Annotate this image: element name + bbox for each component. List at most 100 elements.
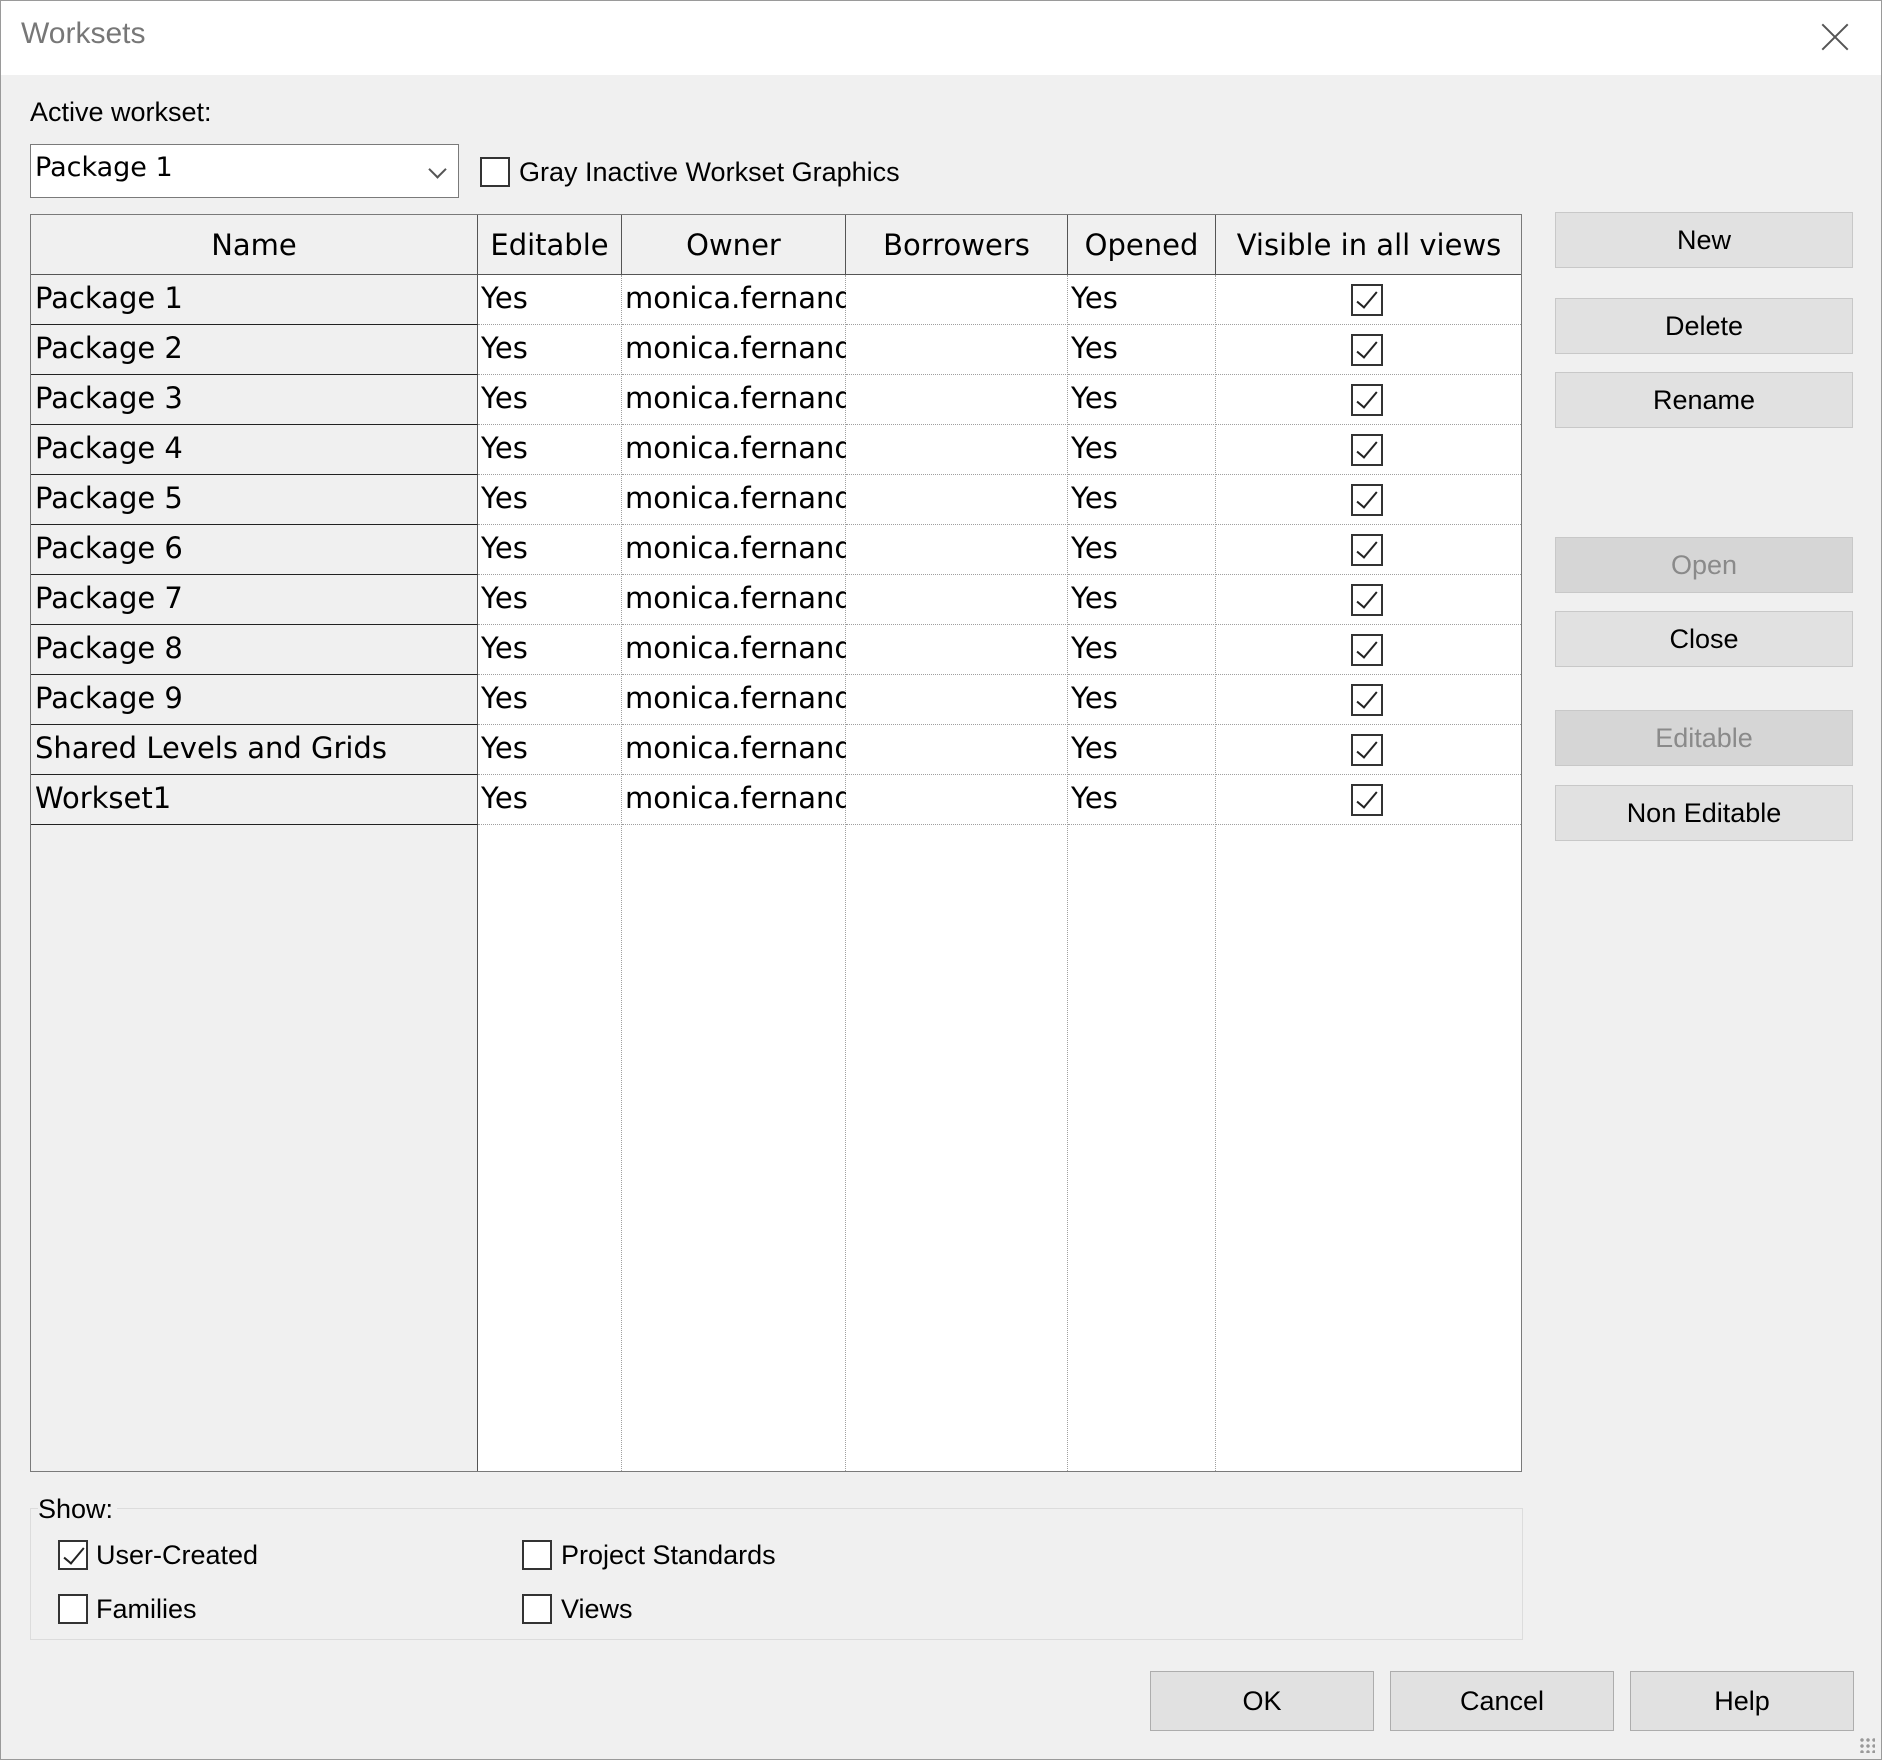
visible-checkbox[interactable] [1351, 334, 1383, 366]
cell-editable[interactable]: Yes [478, 475, 622, 525]
cell-borrowers[interactable] [846, 375, 1068, 425]
cell-name[interactable]: Package 9 [31, 675, 478, 725]
cell-borrowers[interactable] [846, 275, 1068, 325]
views-checkbox[interactable] [522, 1594, 552, 1624]
cell-owner[interactable]: monica.fernand [622, 675, 846, 725]
cell-borrowers[interactable] [846, 525, 1068, 575]
delete-button[interactable]: Delete [1555, 298, 1853, 354]
cell-opened[interactable]: Yes [1068, 725, 1216, 775]
column-header-editable[interactable]: Editable [478, 215, 622, 275]
cell-editable[interactable]: Yes [478, 525, 622, 575]
cell-name[interactable]: Package 5 [31, 475, 478, 525]
visible-checkbox[interactable] [1351, 534, 1383, 566]
cancel-button[interactable]: Cancel [1390, 1671, 1614, 1731]
cell-borrowers[interactable] [846, 775, 1068, 825]
table-row[interactable]: Package 3 Yes monica.fernand Yes [31, 375, 1521, 425]
cell-name[interactable]: Package 2 [31, 325, 478, 375]
cell-owner[interactable]: monica.fernand [622, 275, 846, 325]
table-row[interactable]: Package 5 Yes monica.fernand Yes [31, 475, 1521, 525]
cell-editable[interactable]: Yes [478, 675, 622, 725]
help-button[interactable]: Help [1630, 1671, 1854, 1731]
cell-editable[interactable]: Yes [478, 275, 622, 325]
editable-button[interactable]: Editable [1555, 710, 1853, 766]
column-header-opened[interactable]: Opened [1068, 215, 1216, 275]
table-row[interactable]: Package 8 Yes monica.fernand Yes [31, 625, 1521, 675]
cell-owner[interactable]: monica.fernand [622, 425, 846, 475]
cell-name[interactable]: Package 1 [31, 275, 478, 325]
project-standards-checkbox[interactable] [522, 1540, 552, 1570]
cell-borrowers[interactable] [846, 625, 1068, 675]
visible-checkbox[interactable] [1351, 734, 1383, 766]
cell-name[interactable]: Workset1 [31, 775, 478, 825]
cell-owner[interactable]: monica.fernand [622, 475, 846, 525]
rename-button[interactable]: Rename [1555, 372, 1853, 428]
cell-editable[interactable]: Yes [478, 325, 622, 375]
close-button[interactable]: Close [1555, 611, 1853, 667]
user-created-checkbox[interactable] [58, 1540, 88, 1570]
cell-owner[interactable]: monica.fernand [622, 375, 846, 425]
table-row[interactable]: Package 9 Yes monica.fernand Yes [31, 675, 1521, 725]
cell-name[interactable]: Package 6 [31, 525, 478, 575]
table-row[interactable]: Workset1 Yes monica.fernand Yes [31, 775, 1521, 825]
cell-name[interactable]: Package 3 [31, 375, 478, 425]
close-icon[interactable] [1817, 19, 1853, 55]
cell-name[interactable]: Package 8 [31, 625, 478, 675]
cell-opened[interactable]: Yes [1068, 375, 1216, 425]
visible-checkbox[interactable] [1351, 634, 1383, 666]
cell-opened[interactable]: Yes [1068, 475, 1216, 525]
visible-checkbox[interactable] [1351, 434, 1383, 466]
column-header-name[interactable]: Name [31, 215, 478, 275]
cell-opened[interactable]: Yes [1068, 625, 1216, 675]
table-row[interactable]: Package 2 Yes monica.fernand Yes [31, 325, 1521, 375]
cell-editable[interactable]: Yes [478, 425, 622, 475]
cell-opened[interactable]: Yes [1068, 575, 1216, 625]
visible-checkbox[interactable] [1351, 784, 1383, 816]
table-row[interactable]: Package 1 Yes monica.fernand Yes [31, 275, 1521, 325]
table-row[interactable]: Package 7 Yes monica.fernand Yes [31, 575, 1521, 625]
cell-owner[interactable]: monica.fernand [622, 325, 846, 375]
new-button[interactable]: New [1555, 212, 1853, 268]
cell-borrowers[interactable] [846, 325, 1068, 375]
cell-opened[interactable]: Yes [1068, 525, 1216, 575]
cell-borrowers[interactable] [846, 425, 1068, 475]
non-editable-button[interactable]: Non Editable [1555, 785, 1853, 841]
cell-owner[interactable]: monica.fernand [622, 725, 846, 775]
cell-name[interactable]: Package 4 [31, 425, 478, 475]
visible-checkbox[interactable] [1351, 484, 1383, 516]
cell-owner[interactable]: monica.fernand [622, 625, 846, 675]
cell-borrowers[interactable] [846, 725, 1068, 775]
cell-opened[interactable]: Yes [1068, 275, 1216, 325]
cell-opened[interactable]: Yes [1068, 775, 1216, 825]
gray-inactive-checkbox[interactable] [480, 157, 510, 187]
visible-checkbox[interactable] [1351, 584, 1383, 616]
cell-editable[interactable]: Yes [478, 725, 622, 775]
cell-editable[interactable]: Yes [478, 375, 622, 425]
column-header-visible[interactable]: Visible in all views [1216, 215, 1521, 275]
cell-editable[interactable]: Yes [478, 575, 622, 625]
cell-owner[interactable]: monica.fernand [622, 575, 846, 625]
open-button[interactable]: Open [1555, 537, 1853, 593]
column-header-owner[interactable]: Owner [622, 215, 846, 275]
cell-borrowers[interactable] [846, 475, 1068, 525]
visible-checkbox[interactable] [1351, 284, 1383, 316]
cell-editable[interactable]: Yes [478, 625, 622, 675]
cell-name[interactable]: Shared Levels and Grids [31, 725, 478, 775]
cell-opened[interactable]: Yes [1068, 675, 1216, 725]
cell-editable[interactable]: Yes [478, 775, 622, 825]
table-row[interactable]: Shared Levels and Grids Yes monica.fernand… [31, 725, 1521, 775]
cell-opened[interactable]: Yes [1068, 425, 1216, 475]
visible-checkbox[interactable] [1351, 684, 1383, 716]
cell-borrowers[interactable] [846, 675, 1068, 725]
families-checkbox[interactable] [58, 1594, 88, 1624]
table-row[interactable]: Package 6 Yes monica.fernand Yes [31, 525, 1521, 575]
cell-borrowers[interactable] [846, 575, 1068, 625]
table-row[interactable]: Package 4 Yes monica.fernand Yes [31, 425, 1521, 475]
ok-button[interactable]: OK [1150, 1671, 1374, 1731]
visible-checkbox[interactable] [1351, 384, 1383, 416]
active-workset-dropdown[interactable]: Package 1 [30, 144, 459, 198]
cell-owner[interactable]: monica.fernand [622, 525, 846, 575]
resize-grip-icon[interactable] [1859, 1737, 1875, 1753]
cell-owner[interactable]: monica.fernand [622, 775, 846, 825]
column-header-borrowers[interactable]: Borrowers [846, 215, 1068, 275]
cell-opened[interactable]: Yes [1068, 325, 1216, 375]
